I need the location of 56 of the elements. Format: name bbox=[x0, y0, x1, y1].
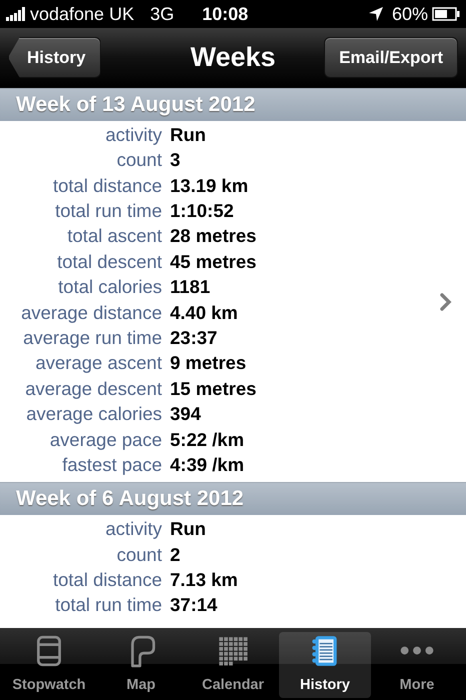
field-value: 5:22 /km bbox=[170, 428, 244, 452]
field-value: 1:10:52 bbox=[170, 199, 234, 223]
field-value: 4:39 /km bbox=[170, 452, 244, 477]
field-value: 13.19 km bbox=[170, 174, 248, 198]
field-label: activity bbox=[104, 517, 163, 542]
section-header: Week of 6 August 2012 bbox=[0, 482, 466, 516]
chevron-icon[interactable] bbox=[440, 292, 452, 311]
signal-icon bbox=[6, 7, 26, 21]
field-label: average descent bbox=[24, 376, 163, 401]
field-value: 37:14 bbox=[170, 593, 218, 618]
tab-bar-item[interactable]: History bbox=[279, 632, 371, 698]
field-value: Run bbox=[170, 517, 206, 542]
tab-bar-item[interactable]: Stopwatch bbox=[3, 632, 95, 698]
clock-time: 10:08 bbox=[202, 2, 248, 26]
field-label: total calories bbox=[57, 275, 163, 300]
field-label: total run time bbox=[54, 593, 163, 618]
grid-icon bbox=[216, 634, 250, 668]
field-value: Run bbox=[170, 122, 206, 147]
field-value: 15 metres bbox=[170, 376, 256, 401]
tab-bar-item[interactable]: Calendar bbox=[187, 632, 279, 698]
field-value: 9 metres bbox=[170, 351, 246, 376]
email-export-button[interactable]: Email/Export bbox=[324, 36, 458, 78]
field-label: activity bbox=[104, 122, 163, 147]
field-value: 7.13 km bbox=[170, 568, 238, 592]
tab-bar-item[interactable]: More bbox=[371, 632, 463, 698]
section-header: Week of 13 August 2012 bbox=[0, 88, 466, 121]
field-value: 45 metres bbox=[170, 250, 256, 274]
network-type: 3G bbox=[150, 2, 174, 26]
field-label: average distance bbox=[20, 300, 163, 325]
field-label: total descent bbox=[56, 250, 163, 274]
field-label: count bbox=[116, 542, 163, 567]
location-arrow-icon bbox=[368, 6, 384, 22]
field-label: total distance bbox=[52, 174, 163, 198]
field-value: 1181 bbox=[170, 275, 210, 300]
tab-bar-item[interactable]: Map bbox=[95, 632, 187, 698]
field-label: average ascent bbox=[34, 351, 163, 376]
field-value: 28 metres bbox=[170, 224, 256, 248]
carrier-name: vodafone UK bbox=[30, 2, 134, 26]
field-label: average calories bbox=[25, 402, 163, 426]
battery-percentage: 60% bbox=[392, 2, 428, 26]
field-label: count bbox=[116, 148, 163, 172]
field-label: fastest pace bbox=[61, 452, 163, 477]
field-value: 3 bbox=[170, 148, 180, 172]
field-label: average pace bbox=[48, 428, 163, 452]
back-button[interactable]: History bbox=[8, 36, 101, 78]
field-value: 2 bbox=[170, 542, 180, 567]
field-value: 394 bbox=[170, 402, 201, 426]
field-label: average run time bbox=[22, 326, 163, 350]
field-value: 4.40 km bbox=[170, 300, 238, 325]
more-icon bbox=[400, 646, 434, 655]
field-label: total ascent bbox=[66, 224, 163, 248]
field-label: total run time bbox=[54, 199, 163, 223]
battery-icon bbox=[432, 7, 460, 21]
field-label: total distance bbox=[52, 568, 163, 592]
screen-title: Weeks bbox=[190, 41, 276, 74]
field-value: 23:37 bbox=[170, 326, 218, 350]
